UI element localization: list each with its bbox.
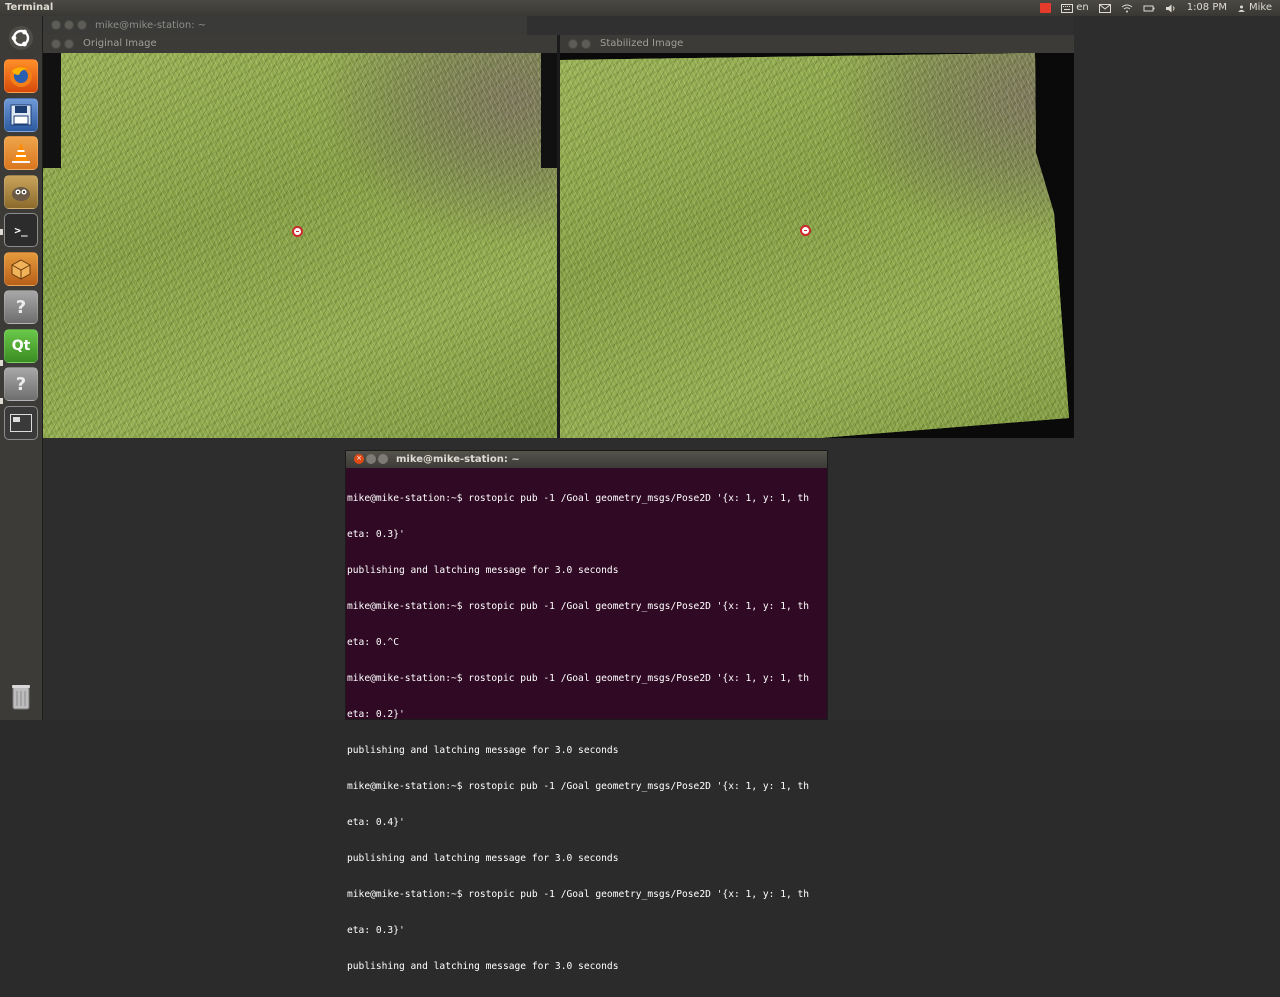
workspaces-icon (10, 414, 32, 432)
close-icon[interactable] (568, 39, 578, 49)
workspace-switcher[interactable] (4, 406, 38, 440)
qt-creator-launcher[interactable]: Qt (4, 329, 38, 363)
box-app-launcher[interactable] (4, 252, 38, 286)
question-icon: ? (15, 373, 27, 395)
indicator-area: en 1:08 PM Mike (1040, 0, 1272, 16)
stabilized-image-window[interactable]: Stabilized Image (560, 35, 1074, 438)
question-icon: ? (15, 296, 27, 318)
stabilized-image-canvas (560, 53, 1074, 438)
black-border-left (43, 53, 61, 168)
terminal-line: mike@mike-station:~$ rostopic pub -1 /Go… (347, 493, 810, 504)
close-icon[interactable] (51, 20, 61, 30)
terminal-line: eta: 0.4}' (347, 817, 405, 828)
minimize-icon[interactable] (64, 39, 74, 49)
window-controls (568, 39, 591, 49)
keyboard-indicator[interactable]: en (1061, 0, 1089, 16)
terminal-line: mike@mike-station:~$ rostopic pub -1 /Go… (347, 781, 810, 792)
original-image-canvas (43, 53, 558, 438)
stabilized-grass-region (560, 53, 1069, 438)
mail-icon[interactable] (1098, 3, 1111, 13)
window-controls (51, 20, 87, 30)
qt-running-pip (0, 360, 3, 366)
terminal-launcher[interactable]: >_ (4, 213, 38, 247)
qt-icon: Qt (11, 338, 31, 354)
tracking-marker (800, 225, 811, 236)
top-panel: Terminal en 1:08 PM Mike (0, 0, 1280, 16)
floppy-icon (10, 104, 32, 126)
minimize-icon[interactable] (581, 39, 591, 49)
terminal-line: eta: 0.^C (347, 637, 399, 648)
vlc-launcher[interactable] (4, 136, 38, 170)
unknown-app-2-launcher[interactable]: ? (4, 367, 38, 401)
terminal-output[interactable]: mike@mike-station:~$ rostopic pub -1 /Go… (347, 469, 827, 997)
terminal-running-pip (0, 229, 3, 235)
terminal-icon: >_ (14, 223, 28, 237)
close-icon[interactable]: × (354, 454, 364, 464)
alert-indicator-icon[interactable] (1040, 3, 1052, 13)
terminal-line: publishing and latching message for 3.0 … (347, 853, 619, 864)
terminal-titlebar[interactable]: × mike@mike-station: ~ (346, 451, 827, 468)
terminal-window[interactable]: × mike@mike-station: ~ mike@mike-station… (345, 450, 828, 972)
terminal-line: publishing and latching message for 3.0 … (347, 565, 619, 576)
minimize-icon[interactable] (64, 20, 74, 30)
battery-sound-icon[interactable] (1143, 4, 1155, 13)
tracking-marker (292, 226, 303, 237)
original-image-window[interactable]: Original Image (43, 35, 558, 438)
terminal-line: mike@mike-station:~$ rostopic pub -1 /Go… (347, 889, 810, 900)
active-app-title: Terminal (5, 2, 54, 13)
unknown-app-1-launcher[interactable]: ? (4, 290, 38, 324)
maximize-icon[interactable] (378, 454, 388, 464)
launcher: >_ ? Qt ? (0, 16, 43, 720)
window-titlebar[interactable]: Stabilized Image (560, 35, 1074, 53)
background-window-title: mike@mike-station: ~ (95, 20, 207, 31)
black-border-right (541, 53, 558, 168)
window-title: Original Image (83, 38, 157, 49)
background-window-strip (527, 16, 1073, 36)
terminal-line: publishing and latching message for 3.0 … (347, 745, 619, 756)
wifi-icon[interactable] (1121, 4, 1133, 13)
window-controls: × (354, 454, 388, 464)
terminal-line: eta: 0.3}' (347, 925, 405, 936)
ubuntu-logo-icon (9, 26, 33, 50)
terminal-line: mike@mike-station:~$ rostopic pub -1 /Go… (347, 601, 810, 612)
keyboard-icon (1061, 3, 1074, 13)
firefox-icon (10, 65, 32, 87)
terminal-line: publishing and latching message for 3.0 … (347, 961, 619, 972)
minimize-icon[interactable] (366, 454, 376, 464)
terminal-line: eta: 0.2}' (347, 709, 405, 720)
terminal-line: mike@mike-station:~$ rostopic pub -1 /Go… (347, 673, 810, 684)
clock[interactable]: 1:08 PM (1187, 0, 1227, 16)
trash-launcher[interactable] (4, 680, 38, 714)
box-icon (11, 259, 31, 280)
window-title: Stabilized Image (600, 38, 684, 49)
window-controls (51, 39, 74, 49)
user-menu[interactable]: Mike (1237, 0, 1272, 16)
app-running-pip (0, 398, 3, 404)
terminal-line: eta: 0.3}' (347, 529, 405, 540)
firefox-launcher[interactable] (4, 59, 38, 93)
keyboard-lang: en (1076, 2, 1089, 13)
trash-icon (12, 685, 30, 710)
maximize-icon[interactable] (77, 20, 87, 30)
window-titlebar[interactable]: Original Image (43, 35, 558, 53)
user-icon (1238, 5, 1245, 12)
background-terminal-window[interactable]: mike@mike-station: ~ (43, 16, 527, 36)
close-icon[interactable] (51, 39, 61, 49)
save-app-launcher[interactable] (4, 98, 38, 132)
volume-icon[interactable] (1165, 4, 1177, 13)
terminal-title: mike@mike-station: ~ (396, 454, 520, 465)
gimp-launcher[interactable] (4, 175, 38, 209)
gimp-icon (12, 187, 30, 201)
dash-home-button[interactable] (4, 21, 38, 55)
vlc-cone-icon (12, 143, 30, 163)
user-name: Mike (1249, 2, 1272, 13)
